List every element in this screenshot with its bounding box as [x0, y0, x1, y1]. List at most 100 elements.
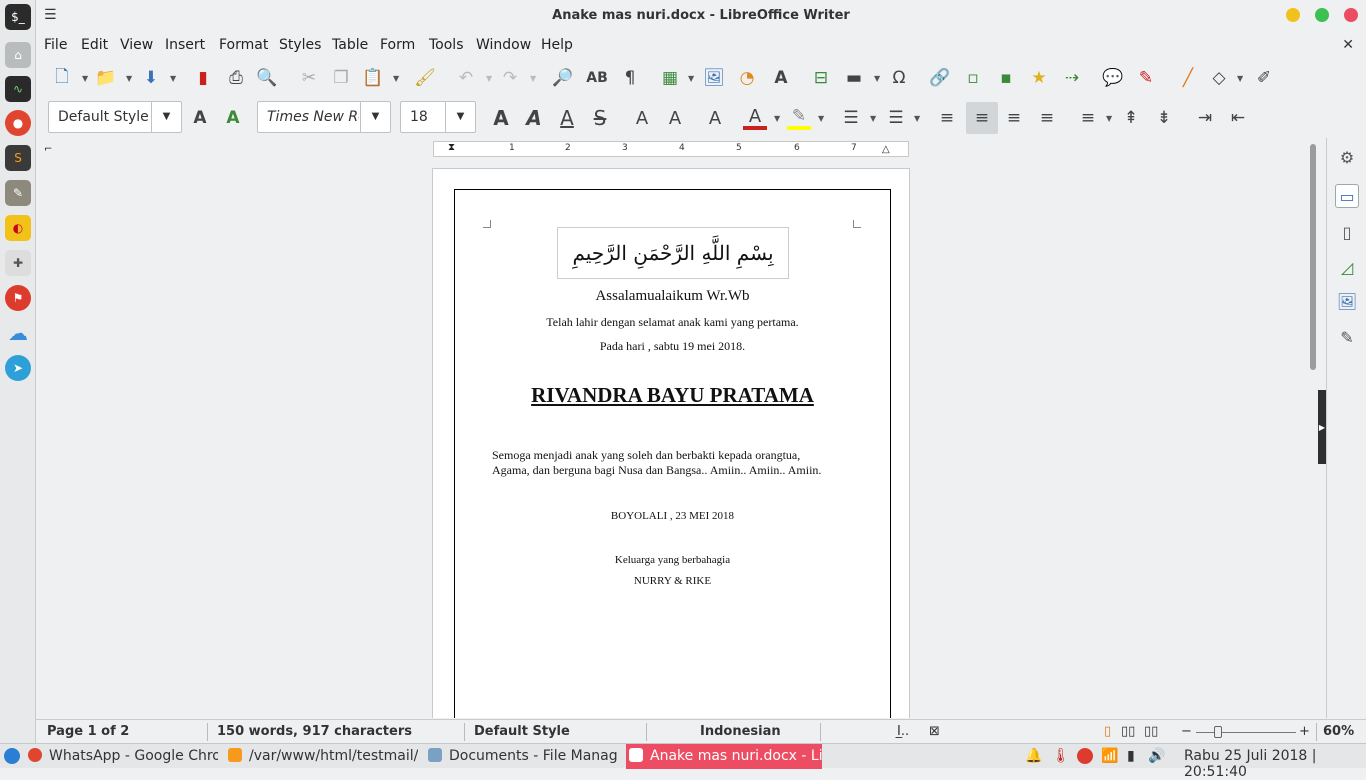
font-name-select[interactable]: Times New Roman ▼ — [257, 101, 391, 133]
close-document-icon[interactable]: ✕ — [1342, 37, 1354, 53]
save-icon[interactable]: ⬇ — [139, 66, 163, 90]
menu-insert[interactable]: Insert — [165, 37, 205, 53]
line-spacing-icon[interactable]: ≡ — [1076, 106, 1100, 130]
word-count[interactable]: 150 words, 917 characters — [217, 724, 412, 739]
zoom-slider[interactable] — [1196, 732, 1296, 733]
special-character-icon[interactable]: Ω — [887, 66, 911, 90]
selection-mode-icon[interactable]: ⊠ — [929, 724, 940, 739]
zoom-slider-handle[interactable] — [1214, 726, 1222, 738]
page-count[interactable]: Page 1 of 2 — [47, 724, 129, 739]
game-controller-icon[interactable]: ✚ — [5, 250, 31, 276]
battery-icon[interactable]: ▮ — [1127, 748, 1135, 764]
chevron-down-icon[interactable]: ▼ — [151, 102, 181, 132]
chevron-down-icon[interactable]: ▼ — [486, 74, 492, 83]
zoom-level[interactable]: 60% — [1323, 724, 1354, 739]
open-folder-icon[interactable]: 📁 — [94, 66, 118, 90]
page-style[interactable]: Default Style — [474, 724, 570, 739]
decrease-paragraph-spacing-icon[interactable]: ⇟ — [1152, 106, 1176, 130]
maximize-button[interactable] — [1315, 8, 1329, 22]
increase-paragraph-spacing-icon[interactable]: ⇞ — [1119, 106, 1143, 130]
task-libreoffice[interactable]: Anake mas nuri.docx - Lib... — [626, 744, 822, 769]
cut-icon[interactable]: ✂ — [297, 66, 321, 90]
chevron-down-icon[interactable]: ▼ — [874, 74, 880, 83]
language[interactable]: Indonesian — [700, 724, 781, 739]
bookmark-icon[interactable]: ★ — [1027, 66, 1051, 90]
formatting-marks-icon[interactable]: ¶ — [618, 66, 642, 90]
align-center-icon[interactable]: ≡ — [966, 102, 998, 134]
basic-shapes-icon[interactable]: ◇ — [1207, 66, 1231, 90]
zoom-in-icon[interactable]: + — [1299, 724, 1310, 739]
print-icon[interactable]: ⎙ — [224, 66, 248, 90]
chevron-down-icon[interactable]: ▼ — [818, 114, 824, 123]
print-preview-icon[interactable]: 🔍 — [255, 66, 279, 90]
chevron-down-icon[interactable]: ▼ — [360, 102, 390, 132]
sublime-text-icon[interactable]: S — [5, 145, 31, 171]
clear-formatting-icon[interactable]: A — [703, 106, 727, 130]
horizontal-ruler[interactable]: ⧗ 1 2 3 4 5 6 7 △ — [433, 141, 909, 157]
track-changes-icon[interactable]: ✎ — [1134, 66, 1158, 90]
underline-icon[interactable]: A — [555, 106, 579, 130]
align-left-icon[interactable]: ≡ — [935, 106, 959, 130]
minimize-button[interactable] — [1286, 8, 1300, 22]
paint-app-icon[interactable]: ◐ — [5, 215, 31, 241]
page-icon[interactable]: ▯ — [1335, 220, 1359, 244]
book-view-icon[interactable]: ▯▯ — [1144, 724, 1158, 739]
task-sublime[interactable]: /var/www/html/testmail/... — [228, 744, 418, 769]
clone-formatting-icon[interactable]: 🖌 — [413, 66, 437, 90]
right-indent-marker-icon[interactable]: △ — [882, 144, 890, 155]
cloud-icon[interactable]: ☁ — [5, 320, 31, 346]
menu-view[interactable]: View — [120, 37, 153, 53]
strikethrough-icon[interactable]: S — [588, 106, 612, 130]
superscript-icon[interactable]: A — [630, 106, 654, 130]
menu-window[interactable]: Window — [476, 37, 531, 53]
insert-chart-icon[interactable]: ◔ — [735, 66, 759, 90]
draw-functions-icon[interactable]: ✐ — [1252, 66, 1276, 90]
hyperlink-icon[interactable]: 🔗 — [928, 66, 952, 90]
paste-icon[interactable]: 📋 — [361, 66, 385, 90]
clock[interactable]: Rabu 25 Juli 2018 | 20:51:40 — [1184, 748, 1366, 780]
close-button[interactable] — [1344, 8, 1358, 22]
gallery-icon[interactable]: 🖼 — [1335, 289, 1359, 313]
bullet-list-icon[interactable]: ☰ — [839, 106, 863, 130]
terminal-icon[interactable]: $_ — [5, 4, 31, 30]
export-pdf-icon[interactable]: ▮ — [191, 66, 215, 90]
insert-textbox-icon[interactable]: A — [769, 66, 793, 90]
gimp-icon[interactable]: ✎ — [5, 180, 31, 206]
justify-icon[interactable]: ≡ — [1035, 106, 1059, 130]
align-right-icon[interactable]: ≡ — [1002, 106, 1026, 130]
highlight-color-icon[interactable]: ✎ — [787, 106, 811, 130]
indent-marker-icon[interactable]: ⧗ — [448, 142, 455, 153]
copy-icon[interactable]: ❐ — [329, 66, 353, 90]
start-menu-icon[interactable] — [4, 748, 20, 764]
app-indicator-icon[interactable] — [1077, 748, 1093, 764]
new-style-icon[interactable]: A — [221, 106, 245, 130]
bold-icon[interactable]: A — [489, 106, 513, 130]
document-page[interactable]: بِسْمِ اللَّهِ الرَّحْمَنِ الرَّحِيمِ As… — [432, 168, 910, 718]
basmalah-image[interactable]: بِسْمِ اللَّهِ الرَّحْمَنِ الرَّحِيمِ — [557, 227, 789, 279]
properties-icon[interactable]: ▭ — [1335, 184, 1359, 208]
find-replace-icon[interactable]: 🔎 — [551, 66, 575, 90]
volume-icon[interactable]: 🔊 — [1148, 748, 1165, 764]
footnote-icon[interactable]: ▫ — [961, 66, 985, 90]
chevron-down-icon[interactable]: ▼ — [914, 114, 920, 123]
sidebar-collapse-handle[interactable]: ▶ — [1318, 390, 1326, 464]
menu-tools[interactable]: Tools — [429, 37, 464, 53]
wifi-icon[interactable]: 📶 — [1101, 748, 1118, 764]
scrollbar-thumb[interactable] — [1310, 144, 1316, 370]
chevron-down-icon[interactable]: ▼ — [774, 114, 780, 123]
font-size-select[interactable]: 18 ▼ — [400, 101, 476, 133]
endnote-icon[interactable]: ▪ — [994, 66, 1018, 90]
chevron-down-icon[interactable]: ▼ — [870, 114, 876, 123]
new-document-icon[interactable]: 🗋 — [50, 66, 74, 90]
font-color-icon[interactable]: A — [743, 106, 767, 130]
insert-field-icon[interactable]: ▬ — [842, 66, 866, 90]
chevron-down-icon[interactable]: ▼ — [170, 74, 176, 83]
multi-page-view-icon[interactable]: ▯▯ — [1121, 724, 1135, 739]
subscript-icon[interactable]: A — [663, 106, 687, 130]
chevron-down-icon[interactable]: ▼ — [1237, 74, 1243, 83]
task-whatsapp[interactable]: WhatsApp - Google Chro... — [28, 744, 218, 769]
chevron-down-icon[interactable]: ▼ — [126, 74, 132, 83]
menu-table[interactable]: Table — [332, 37, 368, 53]
tab-stop-marker[interactable]: ⌐ — [44, 144, 52, 155]
menu-file[interactable]: File — [44, 37, 67, 53]
